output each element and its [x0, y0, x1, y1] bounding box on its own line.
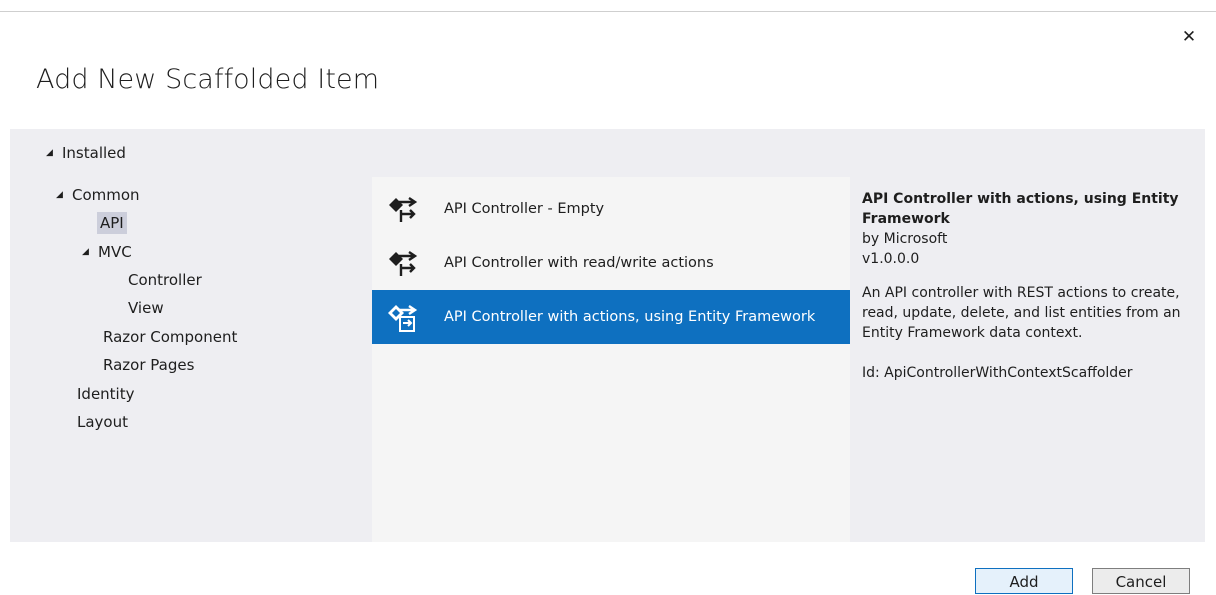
details-pane: API Controller with actions, using Entit…	[862, 189, 1197, 383]
tree-item-controller[interactable]: Controller	[128, 268, 202, 292]
details-description: An API controller with REST actions to c…	[862, 285, 1181, 341]
tree-item-mvc[interactable]: ◢ MVC	[82, 240, 132, 264]
tree-item-label: API	[97, 212, 127, 234]
collapse-triangle-icon[interactable]: ◢	[56, 183, 72, 207]
tree-item-label: Installed	[62, 144, 126, 162]
details-title: API Controller with actions, using Entit…	[862, 191, 1179, 227]
tree-item-razor-component[interactable]: Razor Component	[103, 325, 237, 349]
details-author: by Microsoft	[862, 231, 948, 247]
tree-item-view[interactable]: View	[128, 296, 164, 320]
collapse-triangle-icon[interactable]: ◢	[46, 141, 62, 165]
add-button[interactable]: Add	[975, 568, 1073, 594]
tree-item-label: MVC	[98, 243, 132, 261]
close-button[interactable]: ✕	[1178, 26, 1200, 48]
template-item-api-empty[interactable]: API Controller - Empty	[372, 182, 850, 236]
tree-item-label: Identity	[77, 385, 135, 403]
api-controller-icon	[389, 197, 418, 222]
template-label: API Controller with read/write actions	[444, 255, 714, 271]
details-version: v1.0.0.0	[862, 251, 920, 267]
details-id: Id: ApiControllerWithContextScaffolder	[862, 365, 1133, 381]
template-label: API Controller - Empty	[444, 201, 605, 217]
tree-item-label: Razor Pages	[103, 356, 195, 374]
tree-item-label: Controller	[128, 271, 202, 289]
template-label: API Controller with actions, using Entit…	[444, 309, 816, 325]
tree-item-label: Layout	[77, 413, 128, 431]
template-list: API Controller - Empty API Controller wi…	[372, 177, 850, 542]
tree-item-label: Common	[72, 186, 140, 204]
tree-item-installed[interactable]: ◢ Installed	[46, 141, 126, 165]
collapse-triangle-icon[interactable]: ◢	[82, 240, 98, 264]
tree-item-common[interactable]: ◢ Common	[56, 183, 140, 207]
tree-item-api[interactable]: API	[97, 211, 127, 235]
api-controller-icon	[389, 251, 418, 276]
tree-item-identity[interactable]: Identity	[77, 382, 135, 406]
cancel-button[interactable]: Cancel	[1092, 568, 1190, 594]
template-item-api-read-write[interactable]: API Controller with read/write actions	[372, 236, 850, 290]
tree-item-label: View	[128, 299, 164, 317]
template-item-api-entity-framework[interactable]: API Controller with actions, using Entit…	[372, 290, 850, 344]
dialog-title: Add New Scaffolded Item	[36, 64, 380, 95]
top-divider	[0, 11, 1216, 12]
api-controller-ef-icon	[388, 305, 418, 332]
tree-item-label: Razor Component	[103, 328, 238, 346]
tree-item-layout[interactable]: Layout	[77, 410, 128, 434]
tree-item-razor-pages[interactable]: Razor Pages	[103, 353, 194, 377]
